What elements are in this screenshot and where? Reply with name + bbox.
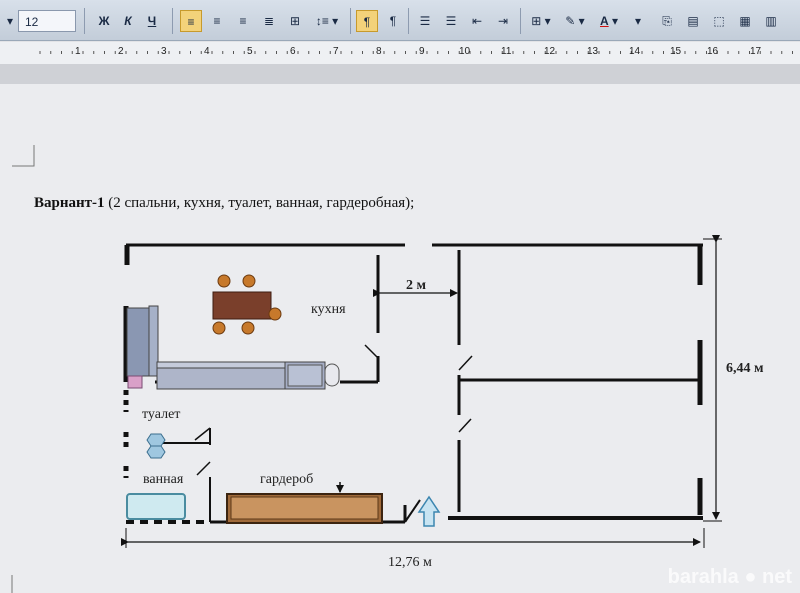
length-label: 12,76 м xyxy=(388,555,432,570)
kitchen-counter-top xyxy=(156,361,286,369)
sink xyxy=(287,364,323,387)
chair xyxy=(217,274,231,288)
dining-table xyxy=(212,291,272,320)
bathtub xyxy=(126,493,186,520)
chair xyxy=(268,307,282,321)
toilet-label: туалет xyxy=(142,407,180,422)
door-swing xyxy=(458,355,473,371)
watermark: barahla ● net xyxy=(667,566,792,588)
margin-mark xyxy=(12,145,35,167)
door-swing xyxy=(458,418,472,433)
wardrobe-top xyxy=(230,496,379,520)
height-label: 6,44 м xyxy=(726,361,764,376)
floor-plan: кухня туалет ванная гардероб 2 м 6,44 м … xyxy=(11,145,764,593)
kitchen-label: кухня xyxy=(311,302,346,317)
trash-bin xyxy=(127,375,143,389)
bathroom-label: ванная xyxy=(143,472,184,487)
chair xyxy=(242,274,256,288)
door-swing xyxy=(364,344,379,359)
toilet-fixture xyxy=(146,433,166,447)
chair xyxy=(212,321,226,335)
wardrobe-label: гардероб xyxy=(260,472,313,487)
counter-end xyxy=(324,363,340,387)
door-swing xyxy=(404,499,421,523)
chair xyxy=(241,321,255,335)
entrance-arrow-icon xyxy=(417,495,441,527)
toilet-fixture xyxy=(146,445,166,459)
corridor-width-label: 2 м xyxy=(406,278,427,293)
door-swing xyxy=(194,427,211,441)
door-swing xyxy=(196,461,211,476)
